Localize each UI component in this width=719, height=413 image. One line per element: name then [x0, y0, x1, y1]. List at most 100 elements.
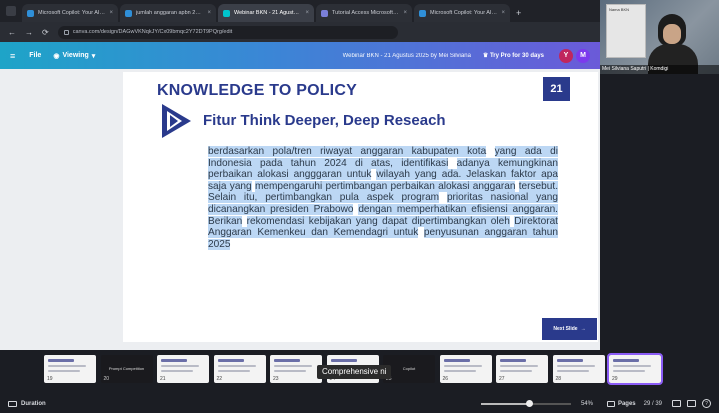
- prompt-line: rekomendasi kebijakan yang dapat diperti…: [246, 215, 510, 227]
- thumbnail-number: 21: [160, 376, 166, 382]
- viewing-mode-menu[interactable]: ◉ Viewing ▾: [53, 52, 95, 60]
- tab-favicon-icon: [321, 9, 328, 17]
- thumbnail-number: 20: [103, 376, 110, 382]
- eye-icon: ◉: [53, 52, 60, 60]
- page-counter: 29 / 39: [643, 400, 662, 407]
- slide-thumbnail[interactable]: 29: [607, 353, 663, 385]
- thumbnail-number: 26: [442, 376, 449, 382]
- thumbnail-line: [500, 370, 532, 372]
- browser-tab[interactable]: Microsoft Copilot: Your AI com ×: [414, 4, 510, 22]
- document-title[interactable]: Webinar BKN - 21 Agustus 2025 by Mei Sil…: [343, 53, 471, 59]
- thumbnail-line: [556, 370, 589, 372]
- back-icon[interactable]: ←: [8, 28, 16, 37]
- thumbnail-line: [274, 365, 312, 367]
- poster-text: Nama BKN: [609, 7, 630, 12]
- tab-close-icon[interactable]: ×: [109, 10, 113, 16]
- next-slide-label: Next Slide: [553, 326, 578, 332]
- thumbnail-line: [161, 370, 193, 372]
- lock-icon: [63, 29, 69, 35]
- prompt-line: berdasarkan pola/tren riwayat anggaran k…: [208, 146, 487, 157]
- tab-close-icon[interactable]: ×: [305, 10, 309, 16]
- hamburger-menu-icon[interactable]: ≡: [10, 51, 15, 61]
- play-arrow-icon: [162, 104, 191, 138]
- tab-favicon-icon: [419, 9, 426, 17]
- thumbnail-line: [161, 365, 199, 367]
- thumbnail-line: [443, 370, 476, 372]
- collaborator-avatar[interactable]: M: [576, 48, 590, 63]
- tab-favicon-icon: [27, 9, 34, 17]
- thumbnail-line: [274, 359, 300, 362]
- screen: Microsoft Copilot: Your AI com × jumlah an…: [0, 0, 719, 413]
- zoom-slider-fill: [480, 402, 530, 405]
- thumbnail-line: [613, 365, 651, 367]
- thumbnail-line: [613, 370, 645, 372]
- timer-icon: [8, 400, 17, 407]
- slide-thumbnail[interactable]: 26: [439, 355, 492, 383]
- slide-thumbnail[interactable]: 19: [44, 355, 96, 383]
- pages-label: Pages: [617, 400, 636, 407]
- thumbnail-line: [161, 359, 187, 362]
- viewing-mode-label: Viewing: [62, 52, 89, 59]
- thumbnail-tooltip: Comprehensive ni: [317, 365, 392, 379]
- slide-thumbnail[interactable]: 23: [270, 355, 322, 383]
- thumbnail-number: 29: [612, 376, 618, 382]
- tab-close-icon[interactable]: ×: [403, 10, 407, 16]
- thumbnail-line: [443, 359, 470, 362]
- slide-number-badge: 21: [543, 77, 570, 101]
- thumbnail-line: [330, 359, 357, 362]
- slide-thumbnail[interactable]: 22: [213, 355, 266, 383]
- new-tab-button[interactable]: +: [512, 4, 525, 22]
- thumbnail-line: [217, 370, 250, 372]
- window-menu-icon[interactable]: [6, 6, 16, 16]
- wall-poster: Nama BKN: [606, 4, 646, 58]
- help-button[interactable]: ?: [702, 399, 711, 408]
- fullscreen-icon[interactable]: [687, 400, 696, 407]
- slide-subtitle: Fitur Think Deeper, Deep Reseach: [203, 112, 446, 129]
- prompt-line: mempengaruhi pertimbangan perbaikan alok…: [254, 180, 516, 192]
- pages-button[interactable]: Pages: [606, 400, 636, 407]
- reload-icon[interactable]: ⟳: [42, 28, 49, 37]
- slide-thumbnail[interactable]: 28: [552, 355, 605, 383]
- try-pro-button[interactable]: ♛ Try Pro for 30 days: [483, 52, 544, 59]
- browser-tab[interactable]: Webinar BKN - 21 Agustus 2025 ×: [218, 4, 314, 22]
- browser-tab[interactable]: jumlah anggaran apbn 2024 di ×: [120, 4, 216, 22]
- zoom-level[interactable]: 54%: [581, 401, 593, 407]
- zoom-slider[interactable]: [480, 399, 571, 407]
- zoom-slider-knob[interactable]: [526, 399, 534, 407]
- file-menu[interactable]: File: [29, 52, 41, 59]
- thumbnail-number: 23: [273, 376, 279, 382]
- browser-tab[interactable]: Tutorial Access Microsoft Copil ×: [316, 4, 412, 22]
- thumbnail-line: [613, 359, 639, 362]
- duration-label: Duration: [21, 400, 46, 407]
- thumbnail-line: [500, 359, 526, 362]
- chevron-down-icon: ▾: [91, 52, 96, 60]
- tab-close-icon[interactable]: ×: [207, 10, 211, 16]
- duration-button[interactable]: Duration: [8, 400, 46, 407]
- next-slide-button[interactable]: Next Slide →: [542, 318, 597, 340]
- tab-close-icon[interactable]: ×: [501, 10, 505, 16]
- crown-icon: ♛: [482, 53, 489, 59]
- arrow-right-icon: →: [580, 326, 586, 332]
- thumbnail-line: [48, 370, 80, 372]
- url-text: canva.com/design/DAGwVKNqkJY/Cx09bmqc2Y7…: [72, 29, 233, 35]
- thumbnail-line: [556, 359, 583, 362]
- url-input[interactable]: canva.com/design/DAGwVKNqkJY/Cx09bmqc2Y7…: [57, 25, 398, 39]
- slide-thumbnail[interactable]: 21: [157, 355, 209, 383]
- thumbnail-line: [217, 359, 244, 362]
- tab-label: Microsoft Copilot: Your AI com: [38, 10, 106, 16]
- browser-tab[interactable]: Microsoft Copilot: Your AI com ×: [22, 4, 118, 22]
- tab-favicon-icon: [125, 9, 132, 17]
- slide-thumbnail[interactable]: Prompt Competition 20: [100, 355, 153, 383]
- thumbnail-text: Prompt Competition: [108, 366, 145, 371]
- thumbnail-line: [556, 365, 595, 367]
- tab-label: jumlah anggaran apbn 2024 di: [136, 10, 204, 16]
- tab-label: Microsoft Copilot: Your AI com: [430, 10, 498, 16]
- canva-toolbar: ≡ File ◉ Viewing ▾ Webinar BKN - 21 Agus…: [0, 42, 600, 69]
- prompt-text-box[interactable]: berdasarkan pola/tren riwayat anggaran k…: [208, 146, 559, 250]
- webcam-caption: Mei Silviana Saputri | Komdigi: [600, 65, 719, 74]
- collaborator-avatar[interactable]: Y: [559, 48, 573, 63]
- grid-view-icon[interactable]: [672, 400, 681, 407]
- forward-icon[interactable]: →: [25, 28, 33, 37]
- presenter-face: [663, 24, 681, 44]
- slide-thumbnail[interactable]: 27: [496, 355, 548, 383]
